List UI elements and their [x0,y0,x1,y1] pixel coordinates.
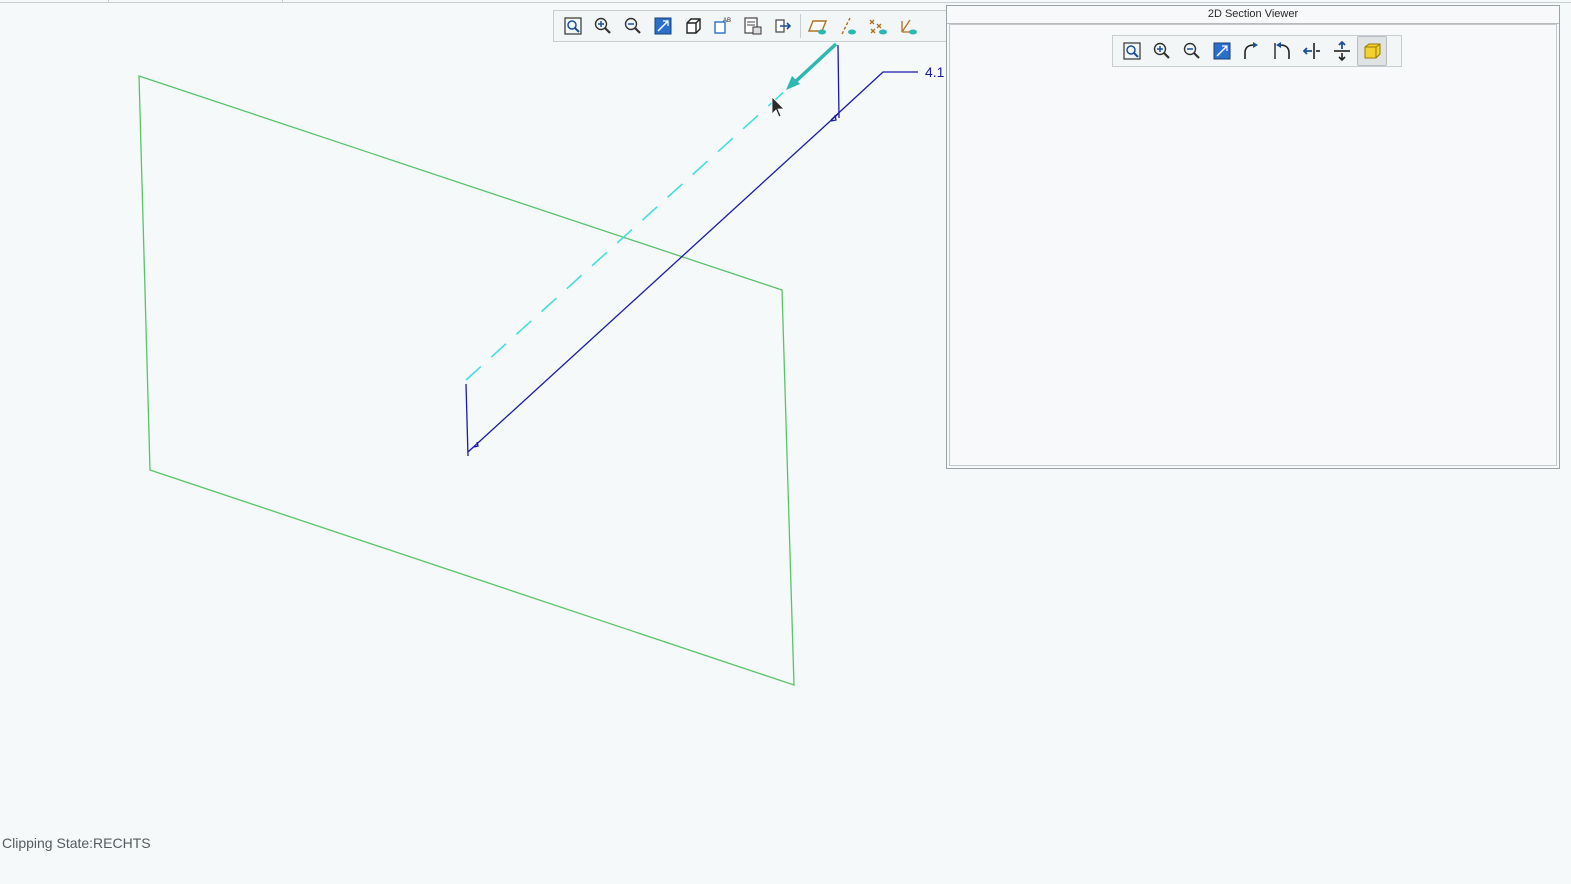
flip-horizontal-button[interactable] [1297,36,1327,66]
rotate-left-button[interactable] [1267,36,1297,66]
view-cube-icon [686,18,701,34]
flip-vertical-button[interactable] [1327,36,1357,66]
axis-visibility-button[interactable] [833,11,863,41]
save-view-icon [744,17,762,35]
zoom-fit-button[interactable] [558,11,588,41]
section-viewer-canvas[interactable] [949,24,1557,466]
section-zoom-in-button[interactable] [1147,36,1177,66]
points-visibility-icon [869,19,887,35]
flip-horizontal-icon [1302,43,1320,59]
rotate-left-icon [1274,42,1290,59]
zoom-in-icon [1153,42,1170,59]
points-visibility-button[interactable] [863,11,893,41]
zoom-in-icon [594,17,611,34]
rotate-right-icon [1244,42,1258,59]
insert-point-button[interactable] [768,11,798,41]
axis-visibility-icon [841,17,856,35]
zoom-out-icon [1183,42,1200,59]
plane-visibility-button[interactable] [803,11,833,41]
flip-vertical-icon [1334,41,1350,61]
shade-section-icon [1364,43,1381,59]
zoom-area-icon [1213,42,1231,60]
save-view-button[interactable] [738,11,768,41]
insert-point-icon [775,19,792,33]
zoom-in-button[interactable] [588,11,618,41]
svg-text:AB: AB [723,18,731,24]
view-label-icon: AB [714,18,731,34]
shade-section-button[interactable] [1357,36,1387,66]
section-zoom-fit-button[interactable] [1117,36,1147,66]
zoom-fit-icon [1123,42,1141,60]
zoom-out-button[interactable] [618,11,648,41]
rotate-right-button[interactable] [1237,36,1267,66]
section-zoom-out-button[interactable] [1177,36,1207,66]
section-profile[interactable] [465,44,918,457]
zoom-out-icon [624,17,641,34]
view-label-button[interactable]: AB [708,11,738,41]
section-viewer-title: 2D Section Viewer [947,6,1559,24]
section-viewer-toolbar [1112,35,1402,67]
csys-visibility-icon [901,19,917,35]
csys-visibility-button[interactable] [893,11,923,41]
section-zoom-area-button[interactable] [1207,36,1237,66]
mouse-cursor-icon [771,96,785,118]
direction-arrow[interactable] [786,42,838,90]
zoom-area-button[interactable] [648,11,678,41]
plane-visibility-icon [808,20,828,35]
toolbar-separator [800,14,801,38]
main-view-toolbar: AB [553,10,948,42]
section-viewer-panel: 2D Section Viewer [946,5,1560,469]
dimension-label[interactable]: 4.1 [925,64,945,80]
view-orientation-button[interactable] [678,11,708,41]
clipping-state-status: Clipping State:RECHTS [2,835,151,851]
zoom-fit-icon [564,17,582,35]
projection-dashed-line [465,89,787,381]
zoom-area-icon [654,17,672,35]
